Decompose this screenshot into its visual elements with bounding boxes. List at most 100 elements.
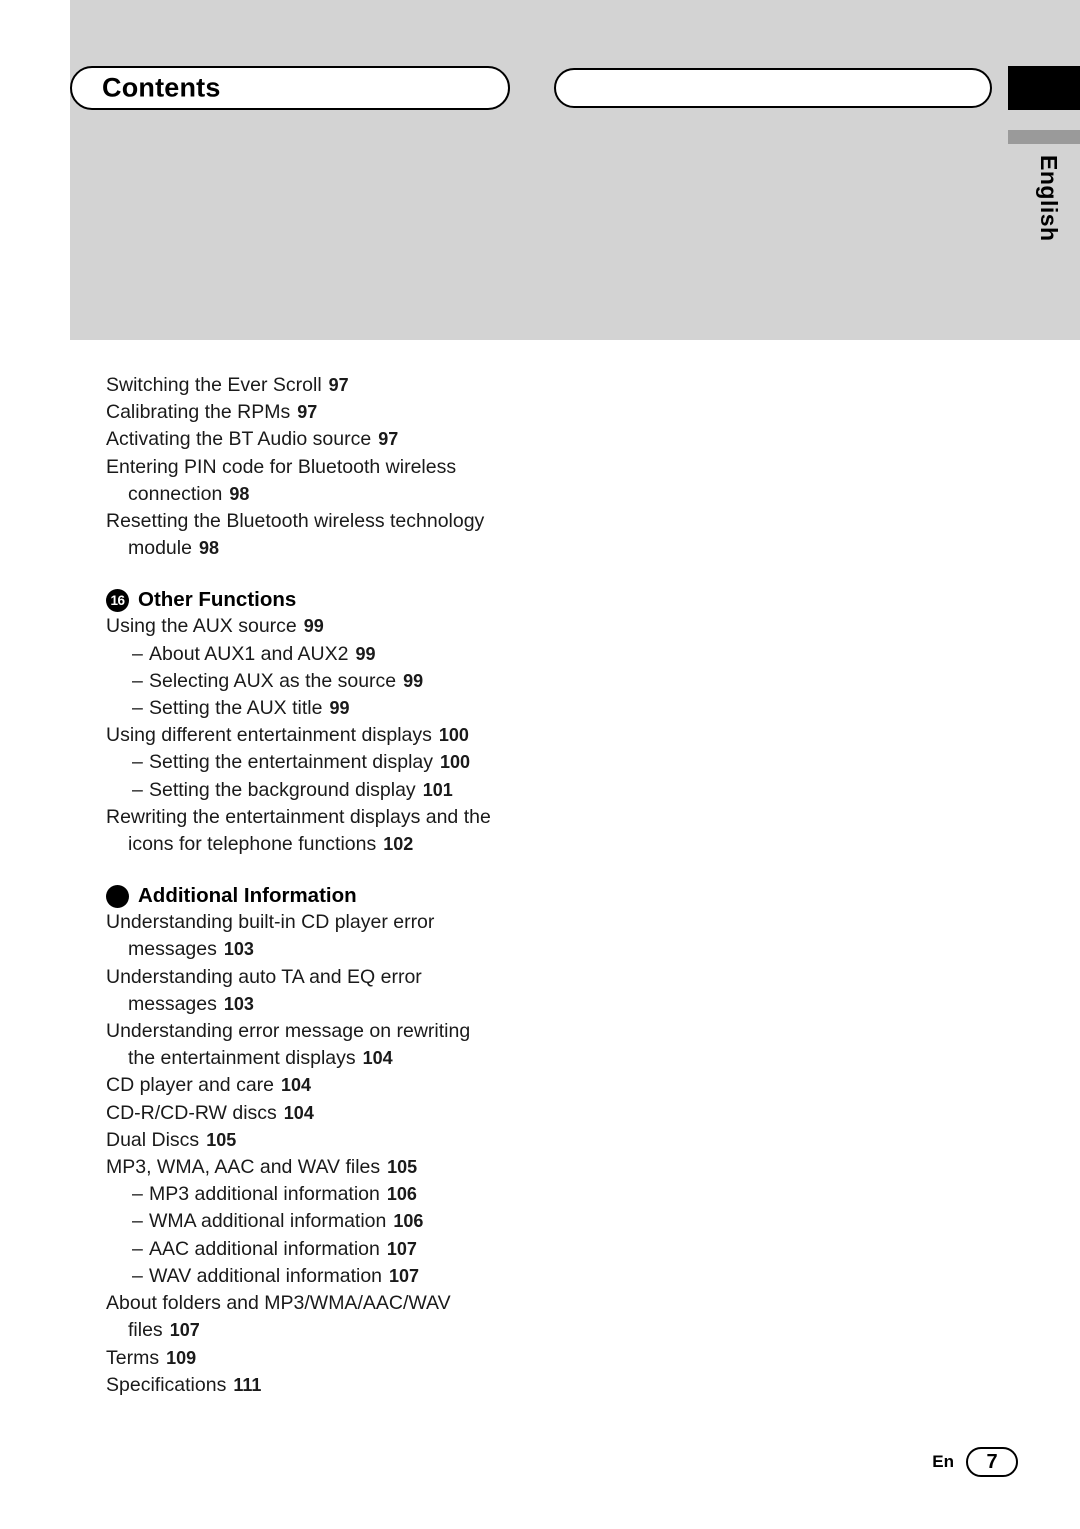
toc-entry[interactable]: – WMA additional information 106 <box>132 1208 576 1235</box>
toc-entry[interactable]: icons for telephone functions 102 <box>128 831 576 858</box>
toc-entry[interactable]: – Setting the AUX title 99 <box>132 695 576 722</box>
toc-entry-page: 111 <box>233 1374 262 1395</box>
toc-entry-label: WAV additional information <box>149 1264 383 1287</box>
side-tab-black <box>1008 66 1080 110</box>
toc-entry-label: Setting the AUX title <box>149 697 323 720</box>
toc-entry-label: connection <box>128 482 223 505</box>
toc-entry[interactable]: Dual Discs 105 <box>106 1127 576 1154</box>
toc-entry[interactable]: Understanding error message on rewriting <box>106 1018 576 1045</box>
toc-entry-label: the entertainment displays <box>128 1047 356 1070</box>
toc-entry-label: About folders and MP3/WMA/AAC/WAV <box>106 1292 451 1315</box>
toc-entry-page: 106 <box>393 1211 424 1232</box>
toc-entry[interactable]: – Selecting AUX as the source 99 <box>132 668 576 695</box>
footer: En 7 <box>932 1447 1018 1477</box>
toc-entry-page: 100 <box>440 752 471 773</box>
toc-entry-page: 99 <box>329 698 350 719</box>
toc-entry[interactable]: CD player and care 104 <box>106 1072 576 1099</box>
toc-entry-page: 103 <box>223 939 254 960</box>
toc-entry-page: 104 <box>281 1075 312 1096</box>
toc-entry-label: icons for telephone functions <box>128 833 377 856</box>
toc-entry[interactable]: Specifications 111 <box>106 1372 576 1399</box>
dash-icon: – <box>132 1264 143 1287</box>
toc-entry-label: Understanding error message on rewriting <box>106 1020 471 1043</box>
toc-entry[interactable]: – Setting the background display 101 <box>132 777 576 804</box>
toc-entry[interactable]: Rewriting the entertainment displays and… <box>106 804 576 831</box>
toc-entry-label: module <box>128 537 192 560</box>
dash-icon: – <box>132 1183 143 1206</box>
toc-entry-label: Rewriting the entertainment displays and… <box>106 805 491 828</box>
toc-entry[interactable]: – WAV additional information 107 <box>132 1263 576 1290</box>
toc-entry-label: About AUX1 and AUX2 <box>149 642 349 665</box>
toc-entry-page: 105 <box>387 1157 418 1178</box>
toc-entry-label: Dual Discs <box>106 1128 200 1151</box>
toc-entry[interactable]: Using the AUX source 99 <box>106 613 576 640</box>
toc-entry[interactable]: Using different entertainment displays 10… <box>106 722 576 749</box>
dash-icon: – <box>132 669 143 692</box>
table-of-contents: Switching the Ever Scroll 97 Calibrating t… <box>106 372 576 1399</box>
toc-entry-page: 107 <box>169 1320 200 1341</box>
toc-entry-label: Specifications <box>106 1373 227 1396</box>
toc-entry[interactable]: messages 103 <box>128 936 576 963</box>
toc-entry-label: Activating the BT Audio source <box>106 428 372 451</box>
page-number: 7 <box>966 1447 1018 1477</box>
toc-entry[interactable]: Entering PIN code for Bluetooth wireless <box>106 454 576 481</box>
section-title: Other Functions <box>138 588 297 612</box>
toc-entry-label: MP3 additional information <box>149 1183 380 1206</box>
toc-entry-label: Understanding built-in CD player error <box>106 911 435 934</box>
toc-entry-page: 97 <box>297 402 318 423</box>
toc-entry-label: MP3, WMA, AAC and WAV files <box>106 1156 381 1179</box>
toc-entry[interactable]: Resetting the Bluetooth wireless technol… <box>106 508 576 535</box>
toc-entry-label: Calibrating the RPMs <box>106 401 291 424</box>
toc-entry-label: Setting the background display <box>149 778 416 801</box>
toc-entry[interactable]: – Setting the entertainment display 100 <box>132 749 576 776</box>
toc-entry[interactable]: files 107 <box>128 1317 576 1344</box>
toc-entry-label: Understanding auto TA and EQ error <box>106 965 422 988</box>
toc-entry-page: 100 <box>438 725 469 746</box>
section-title: Additional Information <box>138 884 357 908</box>
toc-entry-label: AAC additional information <box>149 1237 380 1260</box>
toc-entry-page: 102 <box>383 834 414 855</box>
toc-entry-label: CD player and care <box>106 1074 274 1097</box>
toc-entry-page: 99 <box>403 670 424 691</box>
toc-entry[interactable]: Understanding auto TA and EQ error <box>106 964 576 991</box>
section-bullet-icon <box>106 884 129 908</box>
toc-entry-label: CD-R/CD-RW discs <box>106 1101 277 1124</box>
side-tab-grey <box>1008 130 1080 144</box>
toc-sections: 16 Other Functions Using the AUX source 99–… <box>106 588 576 1398</box>
toc-entry-label: Using different entertainment displays <box>106 724 432 747</box>
toc-entry-page: 98 <box>198 538 219 559</box>
dash-icon: – <box>132 697 143 720</box>
toc-entry[interactable]: Terms 109 <box>106 1345 576 1372</box>
toc-entry-label: Selecting AUX as the source <box>149 669 397 692</box>
toc-entry-label: messages <box>128 938 217 961</box>
toc-entry[interactable]: Activating the BT Audio source 97 <box>106 426 576 453</box>
toc-entry[interactable]: the entertainment displays 104 <box>128 1045 576 1072</box>
toc-entry[interactable]: connection 98 <box>128 481 576 508</box>
toc-entry-label: Terms <box>106 1346 160 1369</box>
toc-entry[interactable]: Calibrating the RPMs 97 <box>106 399 576 426</box>
toc-section-heading[interactable]: 16 Other Functions <box>106 588 576 612</box>
toc-entry-label: Resetting the Bluetooth wireless technol… <box>106 510 485 533</box>
toc-entry[interactable]: MP3, WMA, AAC and WAV files 105 <box>106 1154 576 1181</box>
toc-entry[interactable]: – AAC additional information 107 <box>132 1236 576 1263</box>
toc-entry-page: 106 <box>386 1184 417 1205</box>
toc-section-heading[interactable]: Additional Information <box>106 884 576 908</box>
toc-entry[interactable]: CD-R/CD-RW discs 104 <box>106 1100 576 1127</box>
toc-entry-page: 109 <box>166 1347 197 1368</box>
toc-entry[interactable]: module 98 <box>128 535 576 562</box>
dash-icon: – <box>132 778 143 801</box>
toc-entry-page: 103 <box>223 993 254 1014</box>
header-band <box>0 0 1080 340</box>
toc-entry-page: 105 <box>206 1129 237 1150</box>
toc-entry-label: Switching the Ever Scroll <box>106 374 322 396</box>
toc-entry-page: 107 <box>386 1238 417 1259</box>
toc-entry[interactable]: – About AUX1 and AUX2 99 <box>132 641 576 668</box>
page-title: Contents <box>102 72 221 103</box>
toc-entry[interactable]: Understanding built-in CD player error <box>106 909 576 936</box>
header-blank-box <box>554 68 992 108</box>
toc-entry-page: 104 <box>362 1048 393 1069</box>
toc-entry[interactable]: messages 103 <box>128 991 576 1018</box>
toc-entry[interactable]: About folders and MP3/WMA/AAC/WAV <box>106 1290 576 1317</box>
toc-entry[interactable]: – MP3 additional information 106 <box>132 1181 576 1208</box>
toc-entry[interactable]: Switching the Ever Scroll 97 <box>106 372 576 399</box>
